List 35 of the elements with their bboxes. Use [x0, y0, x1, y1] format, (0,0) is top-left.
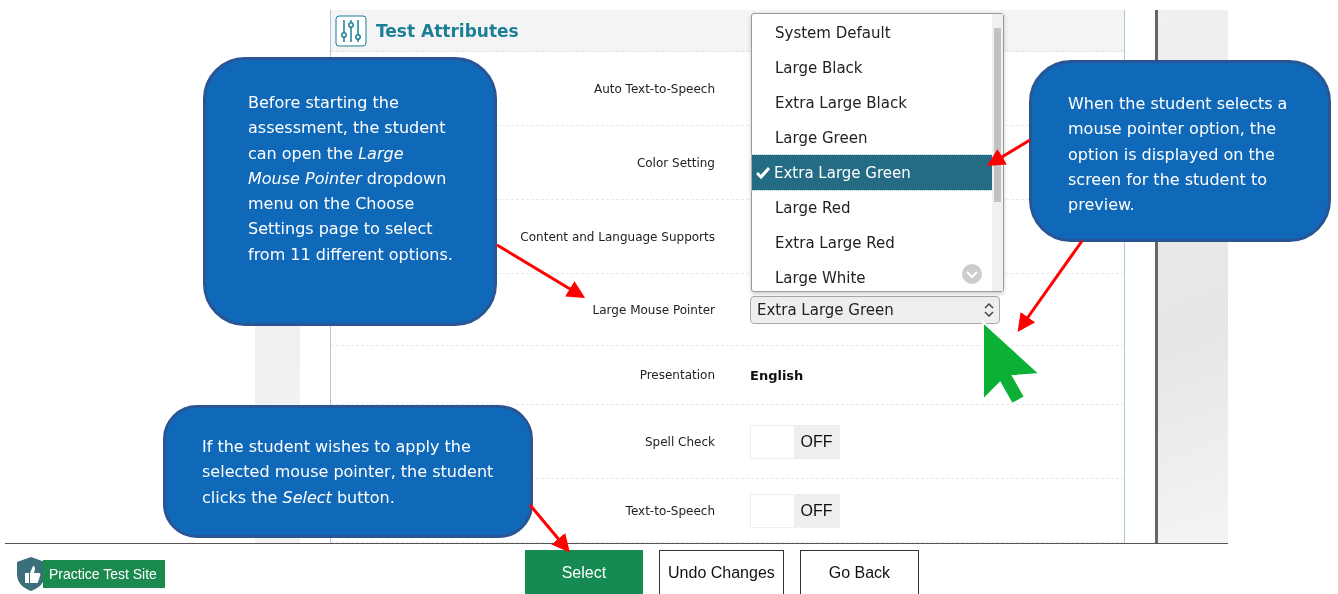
checkmark-icon	[756, 166, 770, 179]
site-logo-label: Practice Test Site	[43, 560, 165, 588]
primary-button[interactable]: Select	[524, 550, 643, 594]
dropdown-option[interactable]: Large Red	[752, 190, 992, 225]
dropdown-option[interactable]: Large White	[752, 260, 992, 295]
secondary-button[interactable]: Go Back	[799, 550, 919, 594]
toggle-switch[interactable]: OFF	[750, 493, 840, 528]
dropdown-option[interactable]: Extra Large Red	[752, 225, 992, 260]
dropdown-option[interactable]: Extra Large Black	[752, 85, 992, 120]
panel-title: Test Attributes	[376, 20, 519, 41]
dropdown-option[interactable]: System Default	[752, 15, 992, 50]
setting-label: Content and Language Supports	[520, 229, 715, 244]
callout-text: When the student selects a mouse pointer option, the option is displayed on the screen for the student to preview.	[1068, 94, 1288, 215]
callout-text: Before starting the assessment, the student can open the Large Mouse Pointer dropdown menu on the Choose Settings page to select from 11 different options.	[248, 93, 453, 264]
setting-label: Spell Check	[645, 434, 715, 449]
setting-value: English	[750, 367, 804, 383]
secondary-button[interactable]: Undo Changes	[658, 550, 784, 594]
up-down-chevron-icon	[983, 300, 995, 319]
setting-label: Auto Text-to-Speech	[593, 81, 715, 96]
callout-text: If the student wishes to apply the selected mouse pointer, the student clicks the Select button.	[202, 437, 494, 507]
dropdown-option[interactable]: Large Black	[752, 50, 992, 85]
setting-label: Presentation	[639, 368, 715, 382]
pointer-select[interactable]: Extra Large Green	[750, 295, 1000, 324]
setting-label: Text-to-Speech	[625, 503, 715, 518]
chevron-down-circle-icon	[962, 264, 982, 284]
setting-label: Color Setting	[636, 155, 715, 170]
toggle-switch[interactable]: OFF	[750, 424, 840, 459]
scrollbar[interactable]	[992, 14, 1003, 291]
setting-label: Large Mouse Pointer	[592, 302, 715, 317]
select-value: Extra Large Green	[757, 300, 894, 319]
callout-arrow	[528, 504, 570, 553]
dropdown-option[interactable]: Large Green	[752, 120, 992, 155]
callout-arrow	[986, 138, 1031, 167]
sliders-icon	[335, 14, 367, 47]
dropdown-option[interactable]: Extra Large Green	[752, 155, 992, 190]
